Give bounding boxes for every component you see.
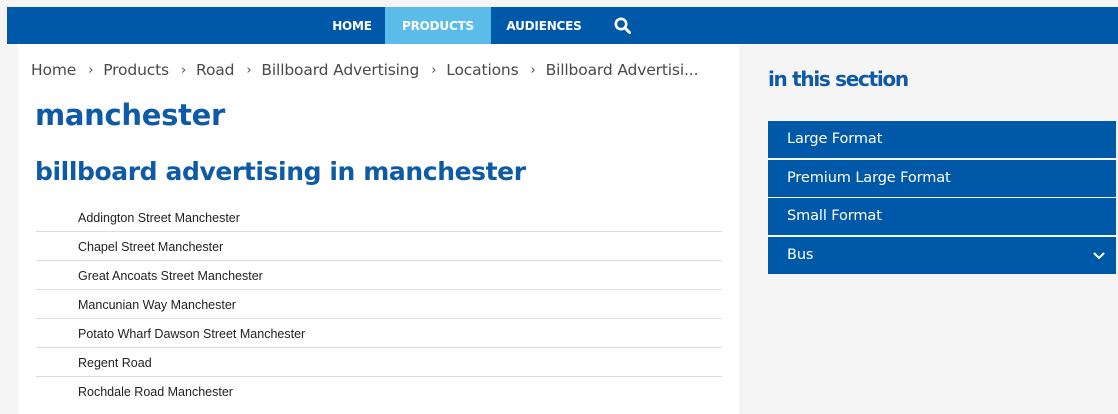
chevron-right-icon: › <box>88 63 94 78</box>
page-title: manchester <box>35 98 226 132</box>
nav-products[interactable]: PRODUCTS <box>385 7 491 44</box>
location-list: Addington Street Manchester Chapel Stree… <box>36 203 722 406</box>
breadcrumb: Home › Products › Road › Billboard Advertising… <box>31 61 731 83</box>
top-navigation: HOME PRODUCTS AUDIENCES <box>7 7 1118 44</box>
location-item[interactable]: Mancunian Way Manchester <box>36 290 722 319</box>
nav-home[interactable]: HOME <box>313 7 391 44</box>
breadcrumb-home[interactable]: Home <box>31 61 76 79</box>
sidebar-item-bus[interactable]: Bus <box>768 236 1116 274</box>
sidebar-title: in this section <box>768 67 909 91</box>
nav-audiences[interactable]: AUDIENCES <box>491 7 597 44</box>
section-title: billboard advertising in manchester <box>35 157 526 186</box>
sidebar-item-label: Bus <box>787 246 814 263</box>
search-icon[interactable] <box>613 16 633 36</box>
sidebar-item-label: Premium Large Format <box>787 169 951 186</box>
location-item[interactable]: Great Ancoats Street Manchester <box>36 261 722 290</box>
chevron-right-icon: › <box>246 63 252 78</box>
location-item[interactable]: Rochdale Road Manchester <box>36 377 722 406</box>
location-item[interactable]: Addington Street Manchester <box>36 203 722 232</box>
sidebar-item-small-format[interactable]: Small Format <box>768 198 1116 235</box>
location-item[interactable]: Potato Wharf Dawson Street Manchester <box>36 319 722 348</box>
sidebar-item-label: Large Format <box>787 131 883 147</box>
breadcrumb-locations[interactable]: Locations <box>446 61 518 79</box>
sidebar-item-premium-large-format[interactable]: Premium Large Format <box>768 159 1116 197</box>
breadcrumb-current[interactable]: Billboard Advertisi... <box>546 61 699 79</box>
chevron-right-icon: › <box>530 63 536 78</box>
breadcrumb-products[interactable]: Products <box>103 61 169 79</box>
sidebar-item-large-format[interactable]: Large Format <box>768 121 1116 158</box>
sidebar-item-label: Small Format <box>787 208 882 224</box>
chevron-down-icon[interactable] <box>1092 249 1106 263</box>
location-item[interactable]: Chapel Street Manchester <box>36 232 722 261</box>
section-menu: Large Format Premium Large Format Small … <box>768 121 1116 275</box>
main-content: Home › Products › Road › Billboard Advertising… <box>18 44 739 414</box>
location-item[interactable]: Regent Road <box>36 348 722 377</box>
chevron-right-icon: › <box>180 63 187 78</box>
breadcrumb-billboard-advertising[interactable]: Billboard Advertising <box>261 61 419 79</box>
breadcrumb-road[interactable]: Road <box>196 61 234 79</box>
chevron-right-icon: › <box>431 63 437 78</box>
